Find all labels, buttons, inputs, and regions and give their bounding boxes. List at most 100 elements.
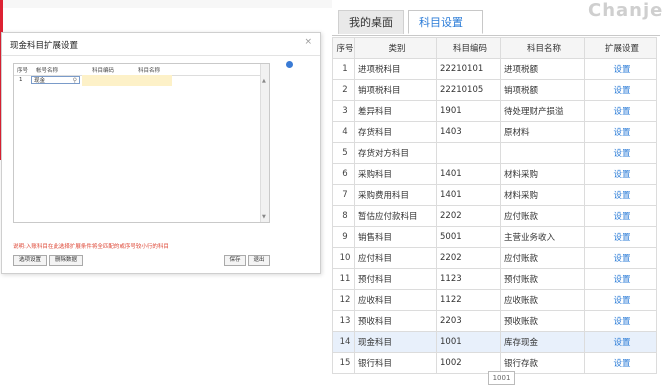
cell-seq: 7 (332, 184, 355, 206)
header-seq: 序号 (332, 37, 355, 59)
table-row[interactable]: 3 差异科目 1901 待处理财产损溢 设置 (332, 100, 657, 122)
grid-row: 1 现金 ⚲ (14, 75, 269, 86)
cell-code: 22210105 (436, 79, 501, 101)
table-row[interactable]: 11 预付科目 1123 预付账款 设置 (332, 268, 657, 290)
cell-seq: 6 (332, 163, 355, 185)
cell-action-link[interactable]: 设置 (584, 184, 657, 206)
cell-category: 应收科目 (354, 289, 437, 311)
cell-seq: 2 (332, 79, 355, 101)
table-row[interactable]: 10 应付科目 2202 应付账款 设置 (332, 247, 657, 269)
close-icon[interactable]: × (304, 37, 312, 47)
cell-category: 现金科目 (354, 331, 437, 353)
cell-code: 1122 (436, 289, 501, 311)
search-icon[interactable]: ⚲ (73, 77, 77, 85)
cell-name: 主营业务收入 (500, 226, 585, 248)
cell-name: 原材料 (500, 121, 585, 143)
grid-header-seq: 序号 (17, 68, 29, 74)
cell-action-link[interactable]: 设置 (584, 289, 657, 311)
cell-action-link[interactable]: 设置 (584, 79, 657, 101)
table-row[interactable]: 8 暂估应付款科目 2202 应付账款 设置 (332, 205, 657, 227)
cell-action-link[interactable]: 设置 (584, 247, 657, 269)
table-row[interactable]: 6 采购科目 1401 材料采购 设置 (332, 163, 657, 185)
cell-name: 进项税额 (500, 58, 585, 80)
exit-button[interactable]: 退出 (248, 255, 270, 266)
cell-action-link[interactable]: 设置 (584, 100, 657, 122)
tab-label: 我的桌面 (349, 16, 393, 29)
delete-data-button[interactable]: 删除数据 (49, 255, 83, 266)
help-icon[interactable] (286, 61, 293, 68)
cell-category: 应付科目 (354, 247, 437, 269)
cell-action-link[interactable]: 设置 (584, 142, 657, 164)
cell-code: 2203 (436, 310, 501, 332)
cell-code: 22210101 (436, 58, 501, 80)
cell-action-link[interactable]: 设置 (584, 163, 657, 185)
cell-action-link[interactable]: 设置 (584, 226, 657, 248)
table-row[interactable]: 13 预收科目 2203 预收账款 设置 (332, 310, 657, 332)
tab-bar: 我的桌面 科目设置× (332, 10, 660, 53)
cell-code: 1123 (436, 268, 501, 290)
subject-code-cell[interactable] (82, 75, 128, 86)
cell-action-link[interactable]: 设置 (584, 205, 657, 227)
cell-category: 采购科目 (354, 163, 437, 185)
tab-my-desktop[interactable]: 我的桌面 (338, 10, 404, 34)
tab-label: 科目设置 (419, 16, 463, 29)
table-row[interactable]: 5 存货对方科目 设置 (332, 142, 657, 164)
cell-action-link[interactable]: 设置 (584, 331, 657, 353)
header-extension: 扩展设置 (584, 37, 657, 59)
cell-action-link[interactable]: 设置 (584, 121, 657, 143)
subject-name-cell[interactable] (128, 75, 172, 86)
cell-category: 预收科目 (354, 310, 437, 332)
cell-seq: 5 (332, 142, 355, 164)
table-row[interactable]: 4 存货科目 1403 原材料 设置 (332, 121, 657, 143)
cell-code: 1403 (436, 121, 501, 143)
cell-name: 库存现金 (500, 331, 585, 353)
table-row[interactable]: 14 现金科目 1001 库存现金 设置 (332, 331, 657, 353)
table-row[interactable]: 7 采购费用科目 1401 材料采购 设置 (332, 184, 657, 206)
cell-name: 应收账款 (500, 289, 585, 311)
cell-seq: 12 (332, 289, 355, 311)
cell-action-link[interactable]: 设置 (584, 58, 657, 80)
table-row[interactable]: 9 销售科目 5001 主营业务收入 设置 (332, 226, 657, 248)
scroll-down-icon[interactable]: ▼ (262, 214, 266, 220)
save-button[interactable]: 保存 (224, 255, 246, 266)
account-name-value: 现金 (34, 78, 46, 84)
header-code: 科目编码 (436, 37, 501, 59)
cell-code: 1901 (436, 100, 501, 122)
cell-category: 暂估应付款科目 (354, 205, 437, 227)
cell-name: 材料采购 (500, 184, 585, 206)
cell-seq: 11 (332, 268, 355, 290)
cell-category: 进项税科目 (354, 58, 437, 80)
cell-seq: 15 (332, 352, 355, 374)
cell-category: 预付科目 (354, 268, 437, 290)
tab-subject-settings[interactable]: 科目设置× (408, 10, 483, 53)
cell-action-link[interactable]: 设置 (584, 352, 657, 374)
cell-seq: 10 (332, 247, 355, 269)
option-settings-button[interactable]: 选项设置 (13, 255, 47, 266)
account-name-input[interactable]: 现金 ⚲ (31, 76, 80, 84)
cell-action-link[interactable]: 设置 (584, 310, 657, 332)
cell-name: 材料采购 (500, 163, 585, 185)
cell-category: 存货对方科目 (354, 142, 437, 164)
dialog-note: 说明:入账科目在此选择扩展条件将全匹配的或序号较小行的科目 (13, 244, 169, 250)
subject-table: 序号 类别 科目编码 科目名称 扩展设置 1 进项税科目 22210101 进项税额设… (332, 37, 657, 374)
table-row[interactable]: 1 进项税科目 22210101 进项税额 设置 (332, 58, 657, 80)
cell-category: 银行科目 (354, 352, 437, 374)
cell-category: 销项税科目 (354, 79, 437, 101)
cell-code: 1001 (436, 331, 501, 353)
table-row[interactable]: 2 销项税科目 22210105 销项税额 设置 (332, 79, 657, 101)
cell-code: 1401 (436, 163, 501, 185)
scroll-up-icon[interactable]: ▲ (262, 78, 266, 84)
cell-seq: 3 (332, 100, 355, 122)
cell-seq: 1 (332, 58, 355, 80)
cell-name: 预付账款 (500, 268, 585, 290)
table-body: 1 进项税科目 22210101 进项税额 设置 2 销项税科目 22210105 销项税额 设置… (332, 58, 657, 374)
cell-action-link[interactable]: 设置 (584, 268, 657, 290)
cell-code: 1401 (436, 184, 501, 206)
table-row[interactable]: 12 应收科目 1122 应收账款 设置 (332, 289, 657, 311)
cell-name: 预收账款 (500, 310, 585, 332)
grid-header-code: 科目编码 (92, 68, 115, 74)
cell-seq: 4 (332, 121, 355, 143)
grid-scrollbar[interactable]: ▲ ▼ (260, 64, 269, 222)
cell-name: 待处理财产损溢 (500, 100, 585, 122)
cell-name: 应付账款 (500, 247, 585, 269)
